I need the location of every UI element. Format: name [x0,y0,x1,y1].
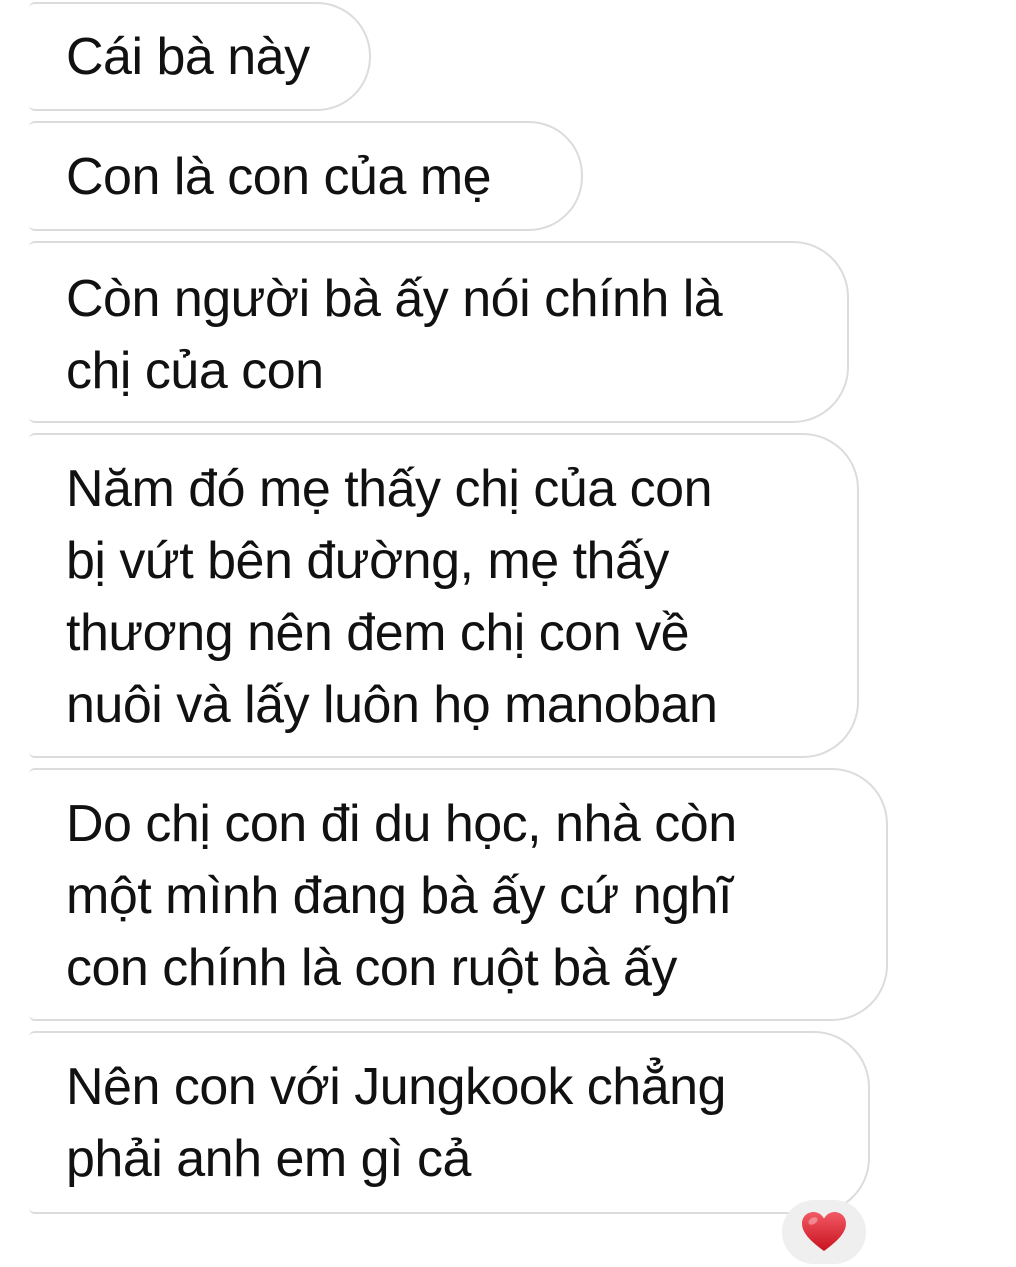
reaction-badge[interactable] [782,1200,866,1264]
message-thread: Cái bà này Con là con của mẹ Còn người b… [0,0,1016,1267]
message-text: Còn người bà ấy nói chính là chị của con [66,270,723,400]
message-text: Nên con với Jungkook chẳng phải anh em g… [66,1058,726,1188]
heart-icon [802,1212,846,1251]
message-bubble[interactable]: Do chị con đi du học, nhà còn một mình đ… [29,768,888,1021]
message-bubble[interactable]: Năm đó mẹ thấy chị của con bị vứt bên đư… [29,433,859,758]
message-bubble[interactable]: Con là con của mẹ [29,121,583,231]
message-text: Năm đó mẹ thấy chị của con bị vứt bên đư… [66,460,718,734]
message-text: Do chị con đi du học, nhà còn một mình đ… [66,795,737,997]
message-bubble[interactable]: Cái bà này [29,2,371,111]
message-text: Cái bà này [66,28,310,86]
message-bubble[interactable]: Còn người bà ấy nói chính là chị của con [29,241,849,423]
message-text: Con là con của mẹ [66,148,492,206]
message-bubble[interactable]: Nên con với Jungkook chẳng phải anh em g… [29,1031,870,1214]
